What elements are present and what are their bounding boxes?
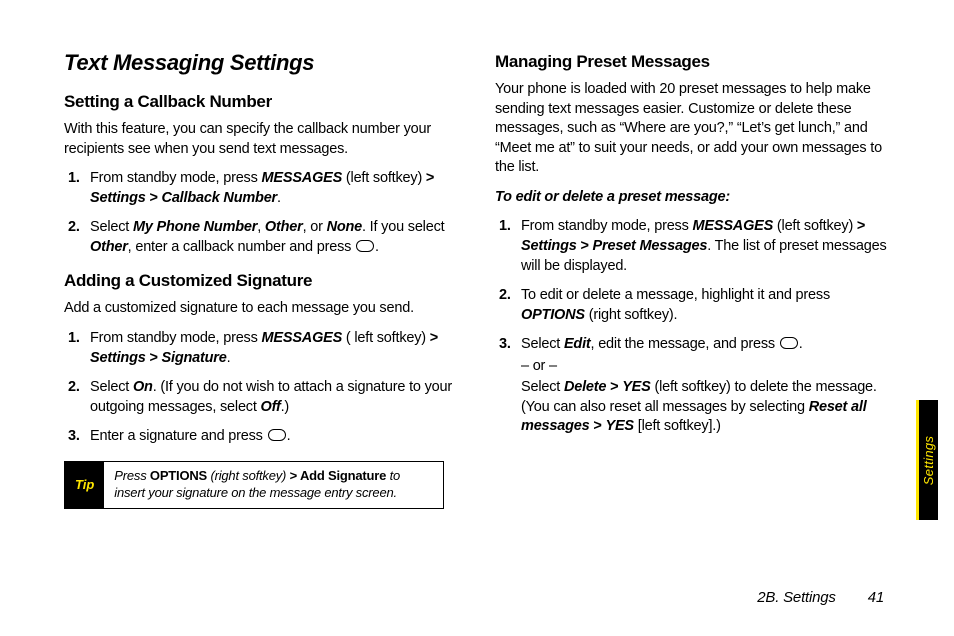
- gt-icon: >: [426, 170, 434, 186]
- ok-button-icon: [356, 240, 374, 252]
- callback-number-label: Callback Number: [162, 190, 277, 206]
- text: [left softkey].): [634, 418, 721, 434]
- text: .: [287, 428, 291, 444]
- preset-messages-label: Preset Messages: [593, 238, 708, 254]
- text: .: [799, 336, 803, 352]
- side-tab-label: Settings: [921, 435, 936, 484]
- gt-icon: >: [146, 350, 162, 366]
- messages-label: MESSAGES: [693, 218, 774, 234]
- gt-icon: >: [430, 330, 438, 346]
- list-item: From standby mode, press MESSAGES ( left…: [64, 329, 463, 368]
- text: .): [281, 399, 289, 415]
- yes-label: YES: [605, 418, 633, 434]
- text: To edit or delete a message, highlight i…: [521, 287, 830, 303]
- list-item: From standby mode, press MESSAGES (left …: [495, 217, 894, 276]
- signature-steps: From standby mode, press MESSAGES ( left…: [64, 329, 463, 447]
- preset-intro: Your phone is loaded with 20 preset mess…: [495, 80, 894, 178]
- gt-icon: >: [606, 379, 622, 395]
- delete-label: Delete: [564, 379, 606, 395]
- preset-preamble: To edit or delete a preset message:: [495, 188, 894, 208]
- gt-icon: >: [146, 190, 162, 206]
- footer: 2B. Settings 41: [757, 589, 884, 606]
- text: Press: [114, 468, 150, 483]
- options-label: OPTIONS: [521, 307, 585, 323]
- text: Select: [521, 336, 564, 352]
- off-label: Off: [261, 399, 281, 415]
- tip-label: Tip: [65, 462, 104, 508]
- right-column: Managing Preset Messages Your phone is l…: [495, 50, 894, 509]
- my-phone-number-label: My Phone Number: [133, 219, 257, 235]
- gt-icon: >: [857, 218, 865, 234]
- text: Select: [521, 379, 564, 395]
- heading-preset: Managing Preset Messages: [495, 52, 894, 72]
- page-title: Text Messaging Settings: [64, 50, 463, 76]
- tip-text: Press OPTIONS (right softkey) > Add Sign…: [104, 462, 443, 508]
- signature-intro: Add a customized signature to each messa…: [64, 299, 463, 319]
- text: From standby mode, press: [90, 330, 262, 346]
- text: From standby mode, press: [521, 218, 693, 234]
- gt-icon: >: [590, 418, 606, 434]
- edit-label: Edit: [564, 336, 591, 352]
- settings-label: Settings: [521, 238, 577, 254]
- text: , edit the message, and press: [591, 336, 779, 352]
- settings-label: Settings: [90, 350, 146, 366]
- left-column: Text Messaging Settings Setting a Callba…: [64, 50, 463, 509]
- messages-label: MESSAGES: [262, 170, 343, 186]
- text: ,: [257, 219, 265, 235]
- or-separator: – or –: [521, 357, 894, 377]
- text: (right softkey): [207, 468, 290, 483]
- other-label: Other: [90, 239, 128, 255]
- list-item: Select On. (If you do not wish to attach…: [64, 378, 463, 417]
- text: , enter a callback number and press: [128, 239, 355, 255]
- heading-signature: Adding a Customized Signature: [64, 271, 463, 291]
- text: ( left softkey): [342, 330, 430, 346]
- page-number: 41: [868, 589, 884, 606]
- heading-callback: Setting a Callback Number: [64, 92, 463, 112]
- ok-button-icon: [780, 337, 798, 349]
- callback-intro: With this feature, you can specify the c…: [64, 120, 463, 159]
- add-signature-label: Add Signature: [297, 468, 386, 483]
- ok-button-icon: [268, 429, 286, 441]
- text: (left softkey): [342, 170, 426, 186]
- none-label: None: [327, 219, 362, 235]
- text: Enter a signature and press: [90, 428, 267, 444]
- other-label: Other: [265, 219, 303, 235]
- text: From standby mode, press: [90, 170, 262, 186]
- options-label: OPTIONS: [150, 468, 207, 483]
- text: . If you select: [362, 219, 444, 235]
- text: .: [227, 350, 231, 366]
- signature-label: Signature: [162, 350, 227, 366]
- tip-box: Tip Press OPTIONS (right softkey) > Add …: [64, 461, 444, 509]
- text: Select: [90, 219, 133, 235]
- list-item: Enter a signature and press .: [64, 427, 463, 447]
- text: (right softkey).: [585, 307, 678, 323]
- on-label: On: [133, 379, 153, 395]
- text: Select: [90, 379, 133, 395]
- text: (left softkey): [773, 218, 857, 234]
- columns: Text Messaging Settings Setting a Callba…: [64, 50, 894, 509]
- text: , or: [303, 219, 327, 235]
- text: .: [375, 239, 379, 255]
- text: .: [277, 190, 281, 206]
- list-item: Select My Phone Number, Other, or None. …: [64, 218, 463, 257]
- list-item: Select Edit, edit the message, and press…: [495, 335, 894, 437]
- settings-label: Settings: [90, 190, 146, 206]
- callback-steps: From standby mode, press MESSAGES (left …: [64, 169, 463, 257]
- page: Text Messaging Settings Setting a Callba…: [0, 0, 954, 636]
- footer-section: 2B. Settings: [757, 589, 835, 606]
- gt-icon: >: [577, 238, 593, 254]
- list-item: To edit or delete a message, highlight i…: [495, 286, 894, 325]
- yes-label: YES: [622, 379, 650, 395]
- side-tab: Settings: [916, 400, 938, 520]
- list-item: From standby mode, press MESSAGES (left …: [64, 169, 463, 208]
- messages-label: MESSAGES: [262, 330, 343, 346]
- gt-icon: >: [290, 468, 297, 483]
- preset-steps: From standby mode, press MESSAGES (left …: [495, 217, 894, 437]
